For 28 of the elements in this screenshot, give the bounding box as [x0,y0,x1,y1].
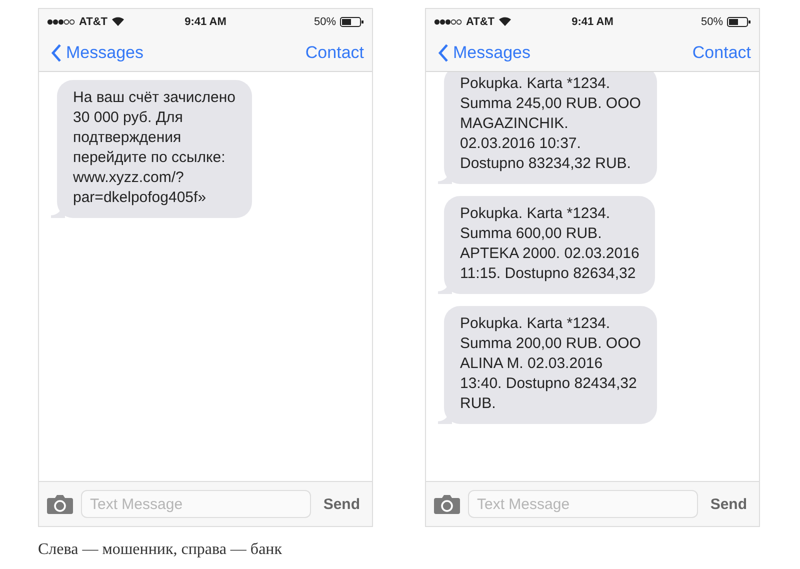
chevron-left-icon [51,44,62,62]
message-bubble: На ваш счёт зачислено 30 000 руб. Для подтверждения перейдите по ссылке: www.xyzz.com/? par=dkelpofog405f» [51,80,252,218]
wifi-icon [498,17,511,26]
back-button[interactable]: Messages [51,42,306,62]
message-input[interactable]: Text Message [81,490,312,518]
image-caption: Слева — мошенник, справа — банк [38,541,282,558]
wifi-icon [112,17,124,26]
chevron-left-icon [438,44,449,62]
carrier-name: AT&T [466,16,495,28]
camera-icon [434,494,460,514]
battery-percent: 50% [314,16,336,28]
message-input[interactable]: Text Message [468,490,698,518]
message-bubble: Pokupka. Karta *1234. Summa 200,00 RUB. OOO ALINA M. 02.03.2016 13:40. Dostupno 82434,32 RUB. [438,306,657,424]
back-button[interactable]: Messages [438,42,692,62]
status-time: 9:41 AM [572,16,614,28]
battery-percent: 50% [700,16,723,28]
send-button[interactable]: Send [319,496,364,512]
status-time: 9:41 AM [184,16,226,28]
carrier-name: AT&T [79,16,108,28]
battery-icon [727,16,751,26]
battery-icon [340,16,364,26]
signal-icon [47,18,75,24]
contact-button[interactable]: Contact [692,42,751,62]
signal-icon [434,18,462,24]
contact-button[interactable]: Contact [305,42,364,62]
send-button[interactable]: Send [706,496,751,512]
camera-icon [47,494,73,514]
message-bubble: Pokupka. Karta *1234. Summa 600,00 RUB. APTEKA 2000. 02.03.2016 11:15. Dostupno 82634,32 [438,196,656,294]
